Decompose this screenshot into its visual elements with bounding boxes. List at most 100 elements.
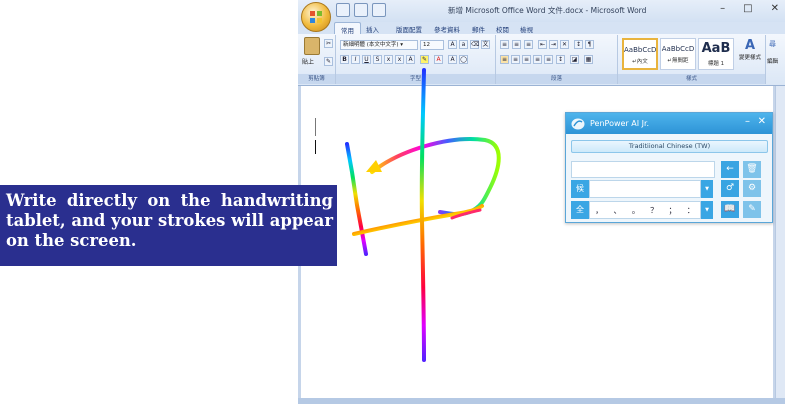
style-normal[interactable]: AaBbCcD ↵內文 xyxy=(622,38,658,70)
italic-icon[interactable]: I xyxy=(351,55,360,64)
minimize-button[interactable]: – xyxy=(720,3,725,14)
font-name-select[interactable]: 新細明體 (本文中文字) ▾ xyxy=(340,40,418,50)
punct-comma[interactable]: ， xyxy=(595,205,603,216)
gender-switch-icon[interactable]: ♂ xyxy=(721,180,739,197)
highlight-icon[interactable]: ✎ xyxy=(420,55,429,64)
shrink-font-icon[interactable]: a xyxy=(459,40,468,49)
text-cursor xyxy=(315,118,317,168)
style-no-spacing[interactable]: AaBbCcD ↵無間距 xyxy=(660,38,696,70)
punct-colon[interactable]: ： xyxy=(687,205,695,216)
clipboard-group: 貼上 ✂ ✎ 剪貼簿 xyxy=(298,35,336,84)
justify-icon[interactable]: ≡ xyxy=(533,55,542,64)
close-button[interactable]: ✕ xyxy=(771,3,779,14)
style-heading-1[interactable]: AaB 標題 1 xyxy=(698,38,734,70)
line-spacing-icon[interactable]: ↕ xyxy=(556,55,565,64)
numbering-icon[interactable]: ≡ xyxy=(512,40,521,49)
distributed-icon[interactable]: ≡ xyxy=(544,55,553,64)
book-icon[interactable]: 📖 xyxy=(721,201,739,218)
penpower-title: PenPower AI Jr. xyxy=(590,119,650,128)
quick-access-toolbar xyxy=(336,3,386,17)
align-left-icon[interactable]: ≡ xyxy=(500,55,509,64)
edit-label[interactable]: 編輯 xyxy=(767,57,778,65)
superscript-icon[interactable]: x xyxy=(395,55,404,64)
styles-group-label: 樣式 xyxy=(618,74,765,84)
paragraph-group: ≡ ≡ ≡ ⇤ ⇥ ✕ ↕ ¶ ≡ ≡ ≡ ≡ ≡ ↕ ◪ ▦ 段落 xyxy=(496,35,618,84)
penpower-minimize-button[interactable]: – xyxy=(745,116,750,127)
align-center-icon[interactable]: ≡ xyxy=(511,55,520,64)
recognition-input-field[interactable] xyxy=(571,161,715,178)
font-size-select[interactable]: 12 xyxy=(420,40,444,50)
tab-home[interactable]: 常用 xyxy=(334,22,361,35)
punct-period[interactable]: 。 xyxy=(632,205,640,216)
borders-icon[interactable]: ▦ xyxy=(584,55,593,64)
change-styles-button[interactable]: A 變更樣式 xyxy=(738,38,762,70)
penpower-panel: PenPower AI Jr. – ✕ Traditiional Chinese… xyxy=(565,112,773,223)
paragraph-group-label: 段落 xyxy=(496,74,617,84)
ribbon: 貼上 ✂ ✎ 剪貼簿 新細明體 (本文中文字) ▾ 12 A a ⌫ 文 B I… xyxy=(298,34,785,86)
caption-box: Write directly on the handwriting tablet… xyxy=(0,185,337,266)
shading-icon[interactable]: ◪ xyxy=(570,55,579,64)
candidate-list[interactable] xyxy=(589,180,701,198)
cut-icon[interactable]: ✂ xyxy=(324,39,333,48)
ribbon-tabs: 常用 插入 版面配置 參考資料 郵件 校閱 檢視 xyxy=(298,22,785,35)
decrease-indent-icon[interactable]: ⇤ xyxy=(538,40,547,49)
delete-icon[interactable]: 🗑 xyxy=(743,161,761,178)
multilevel-list-icon[interactable]: ≡ xyxy=(524,40,533,49)
punct-semicolon[interactable]: ； xyxy=(668,205,676,216)
redo-icon[interactable] xyxy=(372,3,386,17)
paste-icon[interactable] xyxy=(304,37,320,55)
tab-review[interactable]: 校閱 xyxy=(490,22,515,34)
office-button[interactable] xyxy=(301,2,331,32)
find-icon[interactable]: 尋 xyxy=(769,39,776,49)
tab-page-layout[interactable]: 版面配置 xyxy=(390,22,428,34)
status-bar xyxy=(298,398,785,404)
enclose-char-icon[interactable]: ◯ xyxy=(459,55,468,64)
punct-enum-comma[interactable]: 、 xyxy=(613,205,621,216)
punctuation-dropdown-icon[interactable]: ▼ xyxy=(701,201,713,219)
backspace-icon[interactable]: ← xyxy=(721,161,739,178)
bold-icon[interactable]: B xyxy=(340,55,349,64)
strikethrough-icon[interactable]: S xyxy=(373,55,382,64)
grow-font-icon[interactable]: A xyxy=(448,40,457,49)
tab-references[interactable]: 參考資料 xyxy=(428,22,466,34)
undo-icon[interactable] xyxy=(354,3,368,17)
format-painter-icon[interactable]: ✎ xyxy=(324,57,333,66)
settings-gear-icon[interactable]: ⚙ xyxy=(743,180,761,197)
paste-label[interactable]: 貼上 xyxy=(302,57,314,66)
vertical-scrollbar[interactable] xyxy=(775,86,785,398)
align-right-icon[interactable]: ≡ xyxy=(522,55,531,64)
candidate-dropdown-icon[interactable]: ▼ xyxy=(701,180,713,198)
subscript-icon[interactable]: x xyxy=(384,55,393,64)
sort-icon[interactable]: ↕ xyxy=(574,40,583,49)
bullets-icon[interactable]: ≡ xyxy=(500,40,509,49)
candidate-label: 候 xyxy=(571,180,589,198)
maximize-button[interactable]: □ xyxy=(743,3,752,14)
font-color-icon[interactable]: A xyxy=(434,55,443,64)
phonetic-guide-icon[interactable]: 文 xyxy=(481,40,490,49)
char-shading-icon[interactable]: A xyxy=(448,55,457,64)
title-bar: 新增 Microsoft Office Word 文件.docx - Micro… xyxy=(298,0,785,22)
save-icon[interactable] xyxy=(336,3,350,17)
penpower-header[interactable]: PenPower AI Jr. – ✕ xyxy=(566,113,772,134)
edit-group: 尋 編輯 xyxy=(766,35,785,84)
office-logo-icon xyxy=(310,11,322,23)
punctuation-bar: ， 、 。 ？ ； ： xyxy=(589,201,701,219)
punct-question[interactable]: ？ xyxy=(650,205,658,216)
underline-icon[interactable]: U xyxy=(362,55,371,64)
font-group: 新細明體 (本文中文字) ▾ 12 A a ⌫ 文 B I U S x x A … xyxy=(336,35,496,84)
tab-mailings[interactable]: 郵件 xyxy=(466,22,491,34)
penpower-logo-icon xyxy=(571,118,585,130)
tab-view[interactable]: 檢視 xyxy=(514,22,539,34)
change-styles-icon: A xyxy=(744,38,756,53)
language-selector[interactable]: Traditiional Chinese (TW) xyxy=(571,140,768,153)
show-marks-icon[interactable]: ¶ xyxy=(585,40,594,49)
clear-format-icon[interactable]: ⌫ xyxy=(470,40,479,49)
caption-text: Write directly on the handwriting tablet… xyxy=(6,191,333,250)
pen-icon[interactable]: ✎ xyxy=(743,201,761,218)
penpower-close-button[interactable]: ✕ xyxy=(758,116,766,127)
asian-layout-icon[interactable]: ✕ xyxy=(560,40,569,49)
change-case-icon[interactable]: A xyxy=(406,55,415,64)
increase-indent-icon[interactable]: ⇥ xyxy=(549,40,558,49)
styles-group: AaBbCcD ↵內文 AaBbCcD ↵無間距 AaB 標題 1 A 變更樣式… xyxy=(618,35,766,84)
tab-insert[interactable]: 插入 xyxy=(360,22,385,34)
